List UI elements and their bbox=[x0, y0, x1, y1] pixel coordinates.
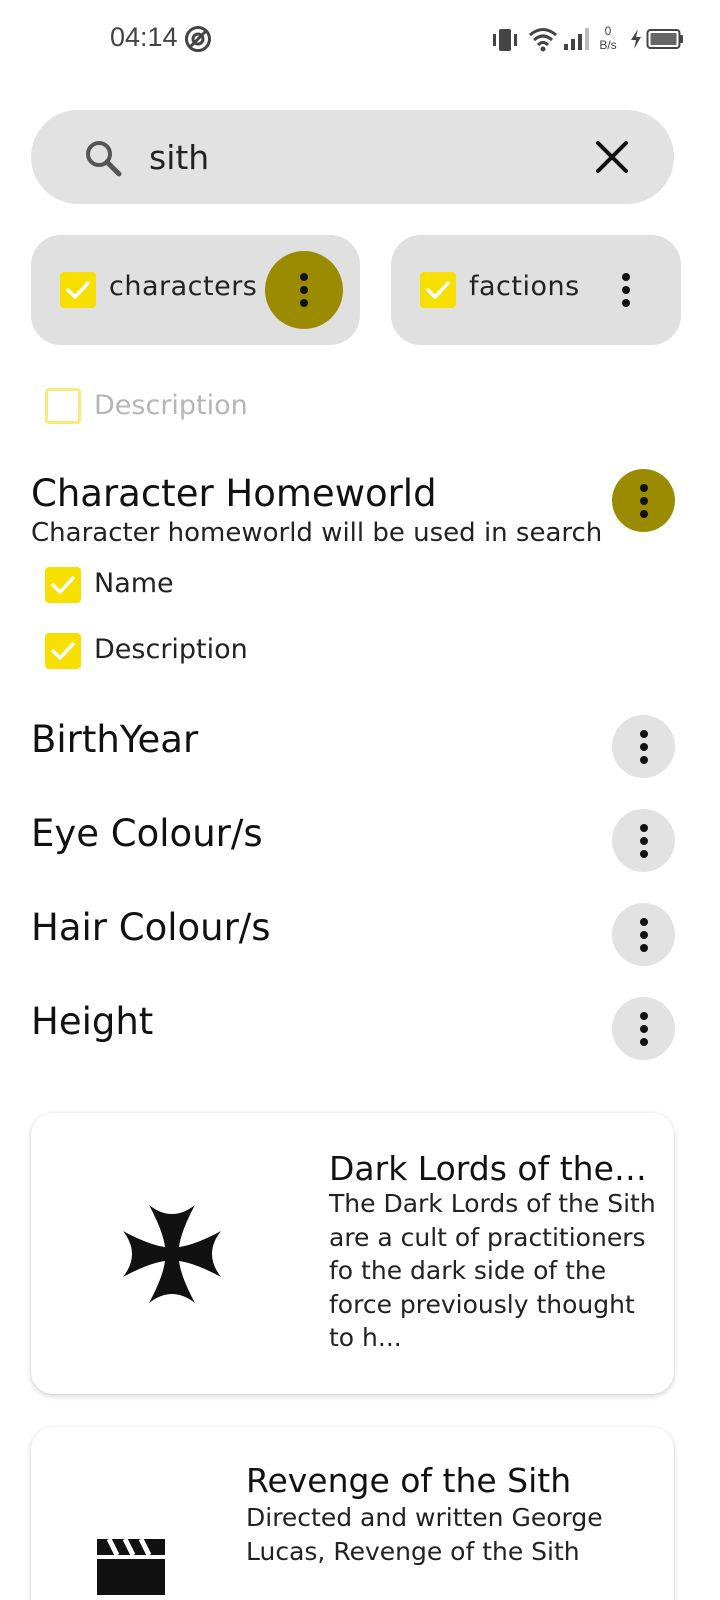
characters-menu-button[interactable] bbox=[265, 251, 343, 329]
result-card[interactable]: Dark Lords of the ... The Dark Lords of … bbox=[31, 1113, 674, 1394]
more-vert-icon bbox=[639, 1011, 648, 1046]
result-card[interactable]: Revenge of the Sith Directed and written… bbox=[31, 1427, 674, 1600]
section-title-birth-year: BirthYear bbox=[31, 718, 199, 761]
description-option-label: Description bbox=[94, 390, 248, 421]
clapperboard-icon bbox=[97, 1537, 165, 1595]
characters-checkbox[interactable] bbox=[60, 272, 96, 308]
result-description: The Dark Lords of the Sith are a cult of… bbox=[329, 1189, 656, 1352]
section-title-homeworld: Character Homeworld bbox=[31, 472, 437, 515]
check-icon bbox=[51, 576, 75, 594]
check-icon bbox=[426, 281, 450, 299]
more-vert-icon bbox=[639, 483, 648, 518]
network-speed-value: 0 bbox=[604, 24, 612, 38]
homeworld-description-checkbox[interactable] bbox=[45, 633, 81, 669]
charging-icon bbox=[631, 29, 641, 49]
homeworld-name-label: Name bbox=[94, 568, 174, 599]
height-menu-button[interactable] bbox=[612, 997, 675, 1060]
more-vert-icon bbox=[639, 917, 648, 952]
result-title: Revenge of the Sith bbox=[246, 1461, 572, 1500]
filter-chip-label: factions bbox=[469, 271, 580, 302]
search-icon bbox=[86, 141, 122, 177]
signal-icon bbox=[564, 28, 589, 50]
more-vert-icon bbox=[639, 823, 648, 858]
homeworld-menu-button[interactable] bbox=[612, 469, 675, 532]
close-icon[interactable] bbox=[593, 138, 631, 176]
sith-cross-icon bbox=[123, 1205, 221, 1303]
more-vert-icon bbox=[300, 273, 308, 307]
section-subtitle-homeworld: Character homeworld will be used in sear… bbox=[31, 518, 603, 548]
hair-colour-menu-button[interactable] bbox=[612, 903, 675, 966]
wifi-icon bbox=[529, 28, 557, 52]
homeworld-description-label: Description bbox=[94, 634, 248, 665]
birth-year-menu-button[interactable] bbox=[612, 715, 675, 778]
filter-chip-label: characters bbox=[109, 271, 258, 302]
eye-colour-menu-button[interactable] bbox=[612, 809, 675, 872]
result-description: Directed and written George Lucas, Reven… bbox=[246, 1503, 603, 1566]
do-not-disturb-icon bbox=[185, 26, 211, 52]
filter-chip-factions[interactable]: factions bbox=[391, 235, 681, 345]
section-title-height: Height bbox=[31, 1000, 154, 1043]
battery-icon bbox=[646, 29, 683, 49]
network-speed: 0 B/s bbox=[595, 24, 621, 52]
result-title: Dark Lords of the ... bbox=[329, 1149, 651, 1188]
section-title-hair-colour: Hair Colour/s bbox=[31, 906, 271, 949]
more-vert-icon bbox=[622, 273, 630, 307]
description-checkbox[interactable] bbox=[45, 388, 81, 424]
search-bar[interactable] bbox=[31, 110, 674, 204]
homeworld-name-checkbox[interactable] bbox=[45, 567, 81, 603]
network-speed-unit: B/s bbox=[599, 38, 617, 52]
factions-checkbox[interactable] bbox=[420, 272, 456, 308]
status-bar: 04:14 0 B/s bbox=[0, 0, 720, 80]
factions-menu-button[interactable] bbox=[587, 251, 665, 329]
status-time: 04:14 bbox=[110, 22, 178, 52]
filter-chip-characters[interactable]: characters bbox=[31, 235, 360, 345]
vibrate-icon bbox=[493, 29, 517, 51]
more-vert-icon bbox=[639, 729, 648, 764]
check-icon bbox=[66, 281, 90, 299]
search-input[interactable] bbox=[149, 130, 569, 184]
check-icon bbox=[51, 642, 75, 660]
section-title-eye-colour: Eye Colour/s bbox=[31, 812, 263, 855]
